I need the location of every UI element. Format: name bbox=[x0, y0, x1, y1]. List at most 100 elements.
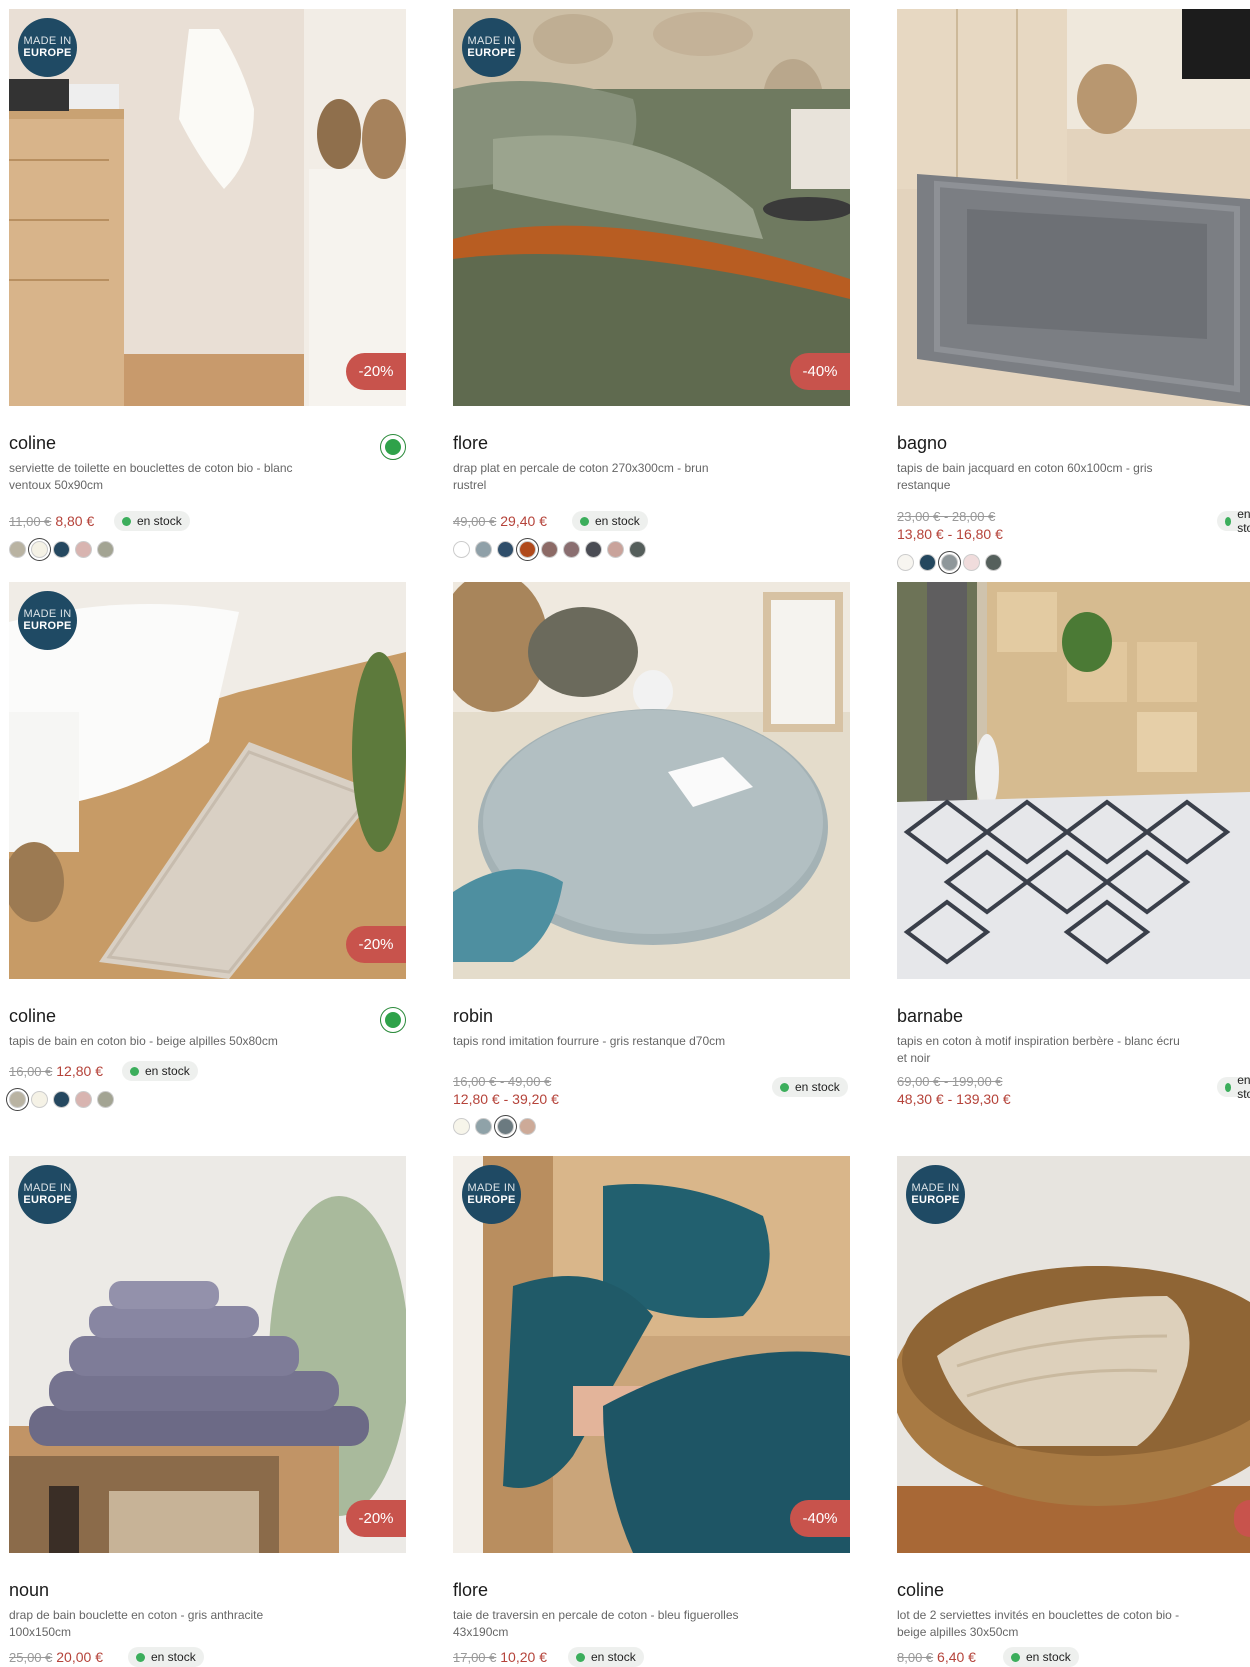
product-description[interactable]: tapis de bain jacquard en coton 60x100cm… bbox=[897, 460, 1187, 494]
color-swatch[interactable] bbox=[475, 1118, 492, 1135]
product-image[interactable]: MADE IN EUROPE -20% bbox=[9, 582, 406, 979]
in-stock-dot-icon bbox=[780, 1082, 789, 1092]
product-name[interactable]: coline bbox=[897, 1580, 944, 1601]
product-name[interactable]: coline bbox=[9, 1006, 56, 1027]
color-swatch[interactable] bbox=[629, 541, 646, 558]
color-swatches bbox=[453, 541, 646, 558]
product-name[interactable]: flore bbox=[453, 433, 488, 454]
sale-price: 12,80 € - 39,20 € bbox=[453, 1091, 559, 1107]
stock-badge: en stock bbox=[114, 511, 190, 531]
color-swatch[interactable] bbox=[897, 554, 914, 571]
sale-price: 12,80 € bbox=[56, 1063, 103, 1079]
product-description[interactable]: tapis de bain en coton bio - beige alpil… bbox=[9, 1033, 299, 1050]
in-stock-dot-icon bbox=[1225, 516, 1232, 526]
old-price: 69,00 € - 199,00 € bbox=[897, 1074, 1003, 1089]
product-description[interactable]: lot de 2 serviettes invités en bouclette… bbox=[897, 1607, 1187, 1641]
price: 17,00 € 10,20 € bbox=[453, 1649, 547, 1665]
stock-badge: en stock bbox=[128, 1647, 204, 1667]
old-price: 8,00 € bbox=[897, 1650, 934, 1665]
made-in-europe-badge: MADE IN EUROPE bbox=[18, 18, 77, 77]
in-stock-dot-icon bbox=[136, 1652, 145, 1662]
discount-badge: -40% bbox=[790, 353, 850, 390]
in-stock-dot-icon bbox=[1011, 1652, 1020, 1662]
color-swatch[interactable] bbox=[453, 1118, 470, 1135]
price: 8,00 € 6,40 € bbox=[897, 1649, 976, 1665]
color-swatch[interactable] bbox=[453, 541, 470, 558]
product-image[interactable] bbox=[453, 582, 850, 979]
color-swatch[interactable] bbox=[53, 1091, 70, 1108]
product-name[interactable]: bagno bbox=[897, 433, 947, 454]
in-stock-dot-icon bbox=[1225, 1082, 1232, 1092]
color-swatch[interactable] bbox=[97, 1091, 114, 1108]
color-swatch[interactable] bbox=[475, 541, 492, 558]
made-in-europe-badge: MADE IN EUROPE bbox=[462, 1165, 521, 1224]
product-image[interactable]: MADE IN EUROPE -40% bbox=[453, 9, 850, 406]
organic-cotton-icon bbox=[380, 1007, 406, 1033]
organic-cotton-icon bbox=[380, 434, 406, 460]
color-swatch[interactable] bbox=[963, 554, 980, 571]
product-description[interactable]: serviette de toilette en bouclettes de c… bbox=[9, 460, 299, 494]
sale-price: 29,40 € bbox=[500, 513, 547, 529]
color-swatch[interactable] bbox=[497, 1118, 514, 1135]
product-description[interactable]: tapis rond imitation fourrure - gris res… bbox=[453, 1033, 743, 1050]
color-swatch[interactable] bbox=[497, 541, 514, 558]
color-swatch[interactable] bbox=[75, 1091, 92, 1108]
product-description[interactable]: tapis en coton à motif inspiration berbè… bbox=[897, 1033, 1187, 1067]
old-price: 11,00 € bbox=[9, 514, 52, 529]
product-name[interactable]: coline bbox=[9, 433, 56, 454]
stock-badge: en stock bbox=[1217, 507, 1250, 535]
old-price: 16,00 € - 49,00 € bbox=[453, 1074, 552, 1089]
price: 16,00 € 12,80 € bbox=[9, 1063, 103, 1079]
sale-price: 20,00 € bbox=[56, 1649, 103, 1665]
in-stock-dot-icon bbox=[580, 516, 589, 526]
discount-badge: -20% bbox=[346, 1500, 406, 1537]
color-swatches bbox=[453, 1118, 536, 1135]
color-swatch[interactable] bbox=[541, 541, 558, 558]
color-swatch[interactable] bbox=[985, 554, 1002, 571]
color-swatch[interactable] bbox=[563, 541, 580, 558]
sale-price: 8,80 € bbox=[55, 513, 95, 529]
product-image[interactable] bbox=[897, 9, 1250, 406]
price: 25,00 € 20,00 € bbox=[9, 1649, 103, 1665]
old-price: 16,00 € bbox=[9, 1064, 53, 1079]
color-swatch[interactable] bbox=[53, 541, 70, 558]
color-swatch[interactable] bbox=[97, 541, 114, 558]
stock-badge: en stock bbox=[572, 511, 648, 531]
color-swatch[interactable] bbox=[919, 554, 936, 571]
stock-badge: en stock bbox=[772, 1077, 848, 1097]
color-swatch[interactable] bbox=[31, 1091, 48, 1108]
color-swatch[interactable] bbox=[519, 1118, 536, 1135]
color-swatch[interactable] bbox=[31, 541, 48, 558]
product-name[interactable]: noun bbox=[9, 1580, 49, 1601]
price: 23,00 € - 28,00 € 13,80 € - 16,80 € bbox=[897, 509, 1003, 542]
color-swatch[interactable] bbox=[9, 1091, 26, 1108]
discount-badge: -20% bbox=[346, 926, 406, 963]
made-in-europe-badge: MADE IN EUROPE bbox=[18, 591, 77, 650]
product-image[interactable]: MADE IN EUROPE -20% bbox=[9, 1156, 406, 1553]
price: 69,00 € - 199,00 € 48,30 € - 139,30 € bbox=[897, 1074, 1011, 1107]
product-name[interactable]: flore bbox=[453, 1580, 488, 1601]
color-swatch[interactable] bbox=[585, 541, 602, 558]
product-image[interactable]: MADE IN EUROPE bbox=[897, 1156, 1250, 1553]
product-description[interactable]: drap plat en percale de coton 270x300cm … bbox=[453, 460, 743, 494]
sale-price: 6,40 € bbox=[937, 1649, 976, 1665]
color-swatch[interactable] bbox=[607, 541, 624, 558]
price: 16,00 € - 49,00 € 12,80 € - 39,20 € bbox=[453, 1074, 559, 1107]
color-swatch[interactable] bbox=[9, 541, 26, 558]
sale-price: 48,30 € - 139,30 € bbox=[897, 1091, 1011, 1107]
product-description[interactable]: drap de bain bouclette en coton - gris a… bbox=[9, 1607, 299, 1641]
product-image[interactable] bbox=[897, 582, 1250, 979]
stock-badge: en stock bbox=[568, 1647, 644, 1667]
old-price: 25,00 € bbox=[9, 1650, 53, 1665]
product-name[interactable]: barnabe bbox=[897, 1006, 963, 1027]
product-description[interactable]: taie de traversin en percale de coton - … bbox=[453, 1607, 743, 1641]
made-in-europe-badge: MADE IN EUROPE bbox=[906, 1165, 965, 1224]
product-image[interactable]: MADE IN EUROPE -40% bbox=[453, 1156, 850, 1553]
stock-badge: en stock bbox=[1003, 1647, 1079, 1667]
color-swatch[interactable] bbox=[941, 554, 958, 571]
color-swatch[interactable] bbox=[519, 541, 536, 558]
stock-badge: en stock bbox=[122, 1061, 198, 1081]
product-name[interactable]: robin bbox=[453, 1006, 493, 1027]
color-swatch[interactable] bbox=[75, 541, 92, 558]
product-image[interactable]: MADE IN EUROPE -20% bbox=[9, 9, 406, 406]
